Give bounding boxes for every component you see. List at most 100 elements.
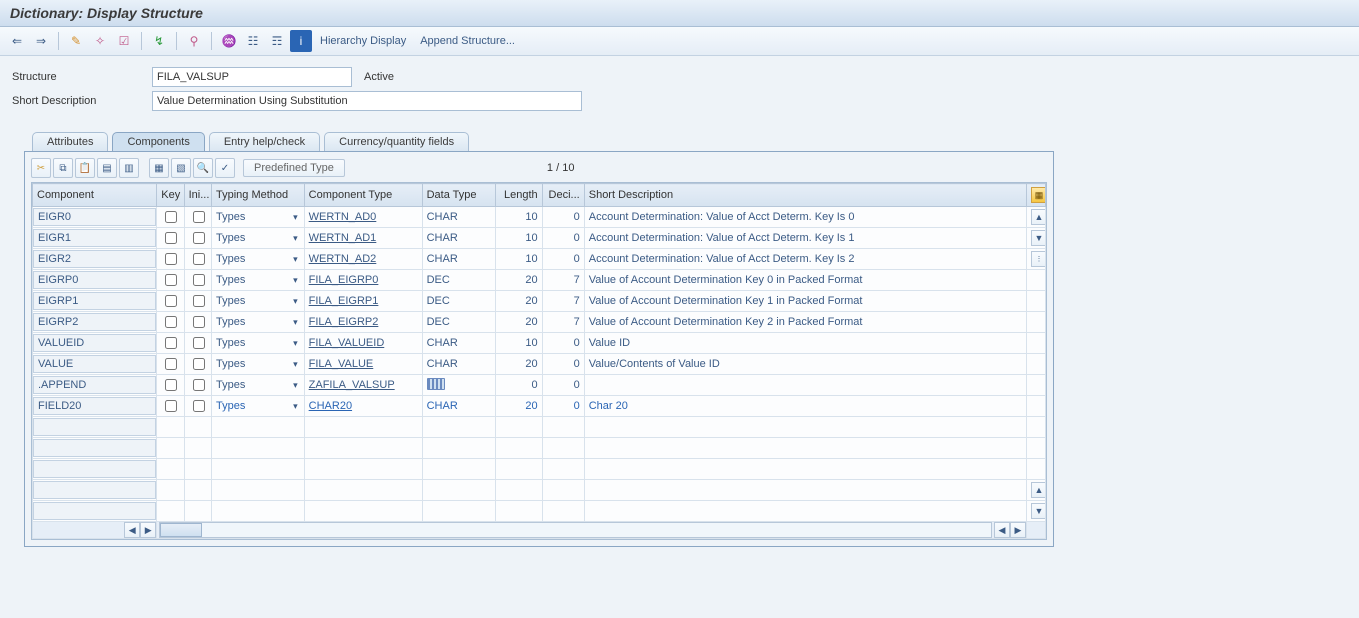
other-object-icon[interactable]: ✧ [89,30,111,52]
ini-checkbox[interactable] [193,358,205,370]
component-input[interactable] [33,460,156,478]
vscroll-down2-icon[interactable]: ▼ [1031,503,1046,519]
structure-field[interactable] [152,67,352,87]
dropdown-icon[interactable]: ▾ [293,254,298,265]
cell-component-type[interactable]: FILA_VALUEID [304,333,422,354]
dropdown-icon[interactable]: ▾ [293,296,298,307]
component-input[interactable] [33,292,156,310]
cell-typing[interactable]: Types▾ [212,207,305,228]
hierarchy-display-button[interactable]: Hierarchy Display [314,35,412,47]
vscroll-handle-icon[interactable]: ⋮ [1031,251,1046,267]
component-type-link[interactable]: ZAFILA_VALSUP [309,379,395,391]
cell-component-type[interactable]: WERTN_AD0 [304,207,422,228]
short-desc-field[interactable] [152,91,582,111]
cell-typing[interactable]: Types▾ [212,354,305,375]
component-input[interactable] [33,208,156,226]
col-datatype[interactable]: Data Type [422,184,496,207]
dropdown-icon[interactable]: ▾ [293,359,298,370]
paste-icon[interactable]: 📋 [75,158,95,178]
append-structure-button[interactable]: Append Structure... [414,35,521,47]
dropdown-icon[interactable]: ▾ [293,338,298,349]
ini-checkbox[interactable] [193,400,205,412]
back-icon[interactable]: ⇐ [6,30,28,52]
col-ini[interactable]: Ini... [184,184,211,207]
component-type-link[interactable]: FILA_EIGRP1 [309,295,379,307]
dropdown-icon[interactable]: ▾ [293,380,298,391]
tab-attributes[interactable]: Attributes [32,132,108,151]
display-change-icon[interactable]: ✎ [65,30,87,52]
cell-typing[interactable]: Types▾ [212,249,305,270]
tab-components[interactable]: Components [112,132,204,151]
cell-component-type[interactable]: WERTN_AD2 [304,249,422,270]
hscroll-track[interactable] [159,522,992,538]
tree-icon[interactable]: ♒ [218,30,240,52]
component-type-link[interactable]: FILA_EIGRP2 [309,316,379,328]
key-checkbox[interactable] [165,274,177,286]
component-input[interactable] [33,229,156,247]
col-key[interactable]: Key [157,184,184,207]
cell-typing[interactable]: Types▾ [212,228,305,249]
key-checkbox[interactable] [165,379,177,391]
cell-typing[interactable]: Types▾ [212,333,305,354]
key-checkbox[interactable] [165,400,177,412]
cut-icon[interactable]: ✂ [31,158,51,178]
col-typing[interactable]: Typing Method [212,184,305,207]
hscroll-left2-icon[interactable]: ◀ [994,522,1010,538]
ini-checkbox[interactable] [193,253,205,265]
where-used-icon[interactable]: ⚲ [183,30,205,52]
ini-checkbox[interactable] [193,274,205,286]
vscroll-up2-icon[interactable]: ▲ [1031,482,1046,498]
forward-icon[interactable]: ⇒ [30,30,52,52]
find-icon[interactable]: 🔍 [193,158,213,178]
component-input[interactable] [33,250,156,268]
ini-checkbox[interactable] [193,379,205,391]
key-checkbox[interactable] [165,295,177,307]
cell-component-type[interactable]: ZAFILA_VALSUP [304,375,422,396]
table-settings-icon[interactable]: ▦ [1031,187,1046,203]
ini-checkbox[interactable] [193,337,205,349]
hscroll-left-icon[interactable]: ◀ [124,522,140,538]
delete-row-icon[interactable]: ▥ [119,158,139,178]
hscroll-right2-icon[interactable]: ▶ [1010,522,1026,538]
component-type-link[interactable]: FILA_EIGRP0 [309,274,379,286]
cell-typing[interactable]: Types▾ [212,312,305,333]
collapse-all-icon[interactable]: ▧ [171,158,191,178]
component-type-link[interactable]: WERTN_AD2 [309,253,377,265]
vscroll-up-icon[interactable]: ▲ [1031,209,1046,225]
key-checkbox[interactable] [165,337,177,349]
copy-icon[interactable]: ⧉ [53,158,73,178]
info-icon[interactable]: i [290,30,312,52]
col-component[interactable]: Component [33,184,157,207]
ini-checkbox[interactable] [193,316,205,328]
component-type-link[interactable]: WERTN_AD0 [309,211,377,223]
col-length[interactable]: Length [496,184,542,207]
component-input[interactable] [33,355,156,373]
cell-component-type[interactable]: WERTN_AD1 [304,228,422,249]
check-icon[interactable]: ☑ [113,30,135,52]
collapse-icon[interactable]: ☶ [266,30,288,52]
cell-typing[interactable]: Types▾ [212,270,305,291]
component-input[interactable] [33,271,156,289]
hscroll-thumb[interactable] [160,523,202,537]
tab-currency[interactable]: Currency/quantity fields [324,132,469,151]
cell-typing[interactable]: Types▾ [212,291,305,312]
col-deci[interactable]: Deci... [542,184,584,207]
component-input[interactable] [33,376,156,394]
dropdown-icon[interactable]: ▾ [293,275,298,286]
dropdown-icon[interactable]: ▾ [293,317,298,328]
tab-entry-help[interactable]: Entry help/check [209,132,320,151]
expand-all-icon[interactable]: ▦ [149,158,169,178]
cell-typing[interactable]: Types▾ [212,375,305,396]
dropdown-icon[interactable]: ▾ [293,401,298,412]
component-input[interactable] [33,481,156,499]
key-checkbox[interactable] [165,253,177,265]
predefined-type-button[interactable]: Predefined Type [243,159,345,177]
hscroll-right-icon[interactable]: ▶ [140,522,156,538]
key-checkbox[interactable] [165,232,177,244]
cell-component-type[interactable]: FILA_EIGRP2 [304,312,422,333]
component-type-link[interactable]: FILA_VALUEID [309,337,385,349]
component-type-link[interactable]: CHAR20 [309,400,352,412]
component-type-link[interactable]: FILA_VALUE [309,358,374,370]
component-input[interactable] [33,397,156,415]
help-icon[interactable]: ✓ [215,158,235,178]
